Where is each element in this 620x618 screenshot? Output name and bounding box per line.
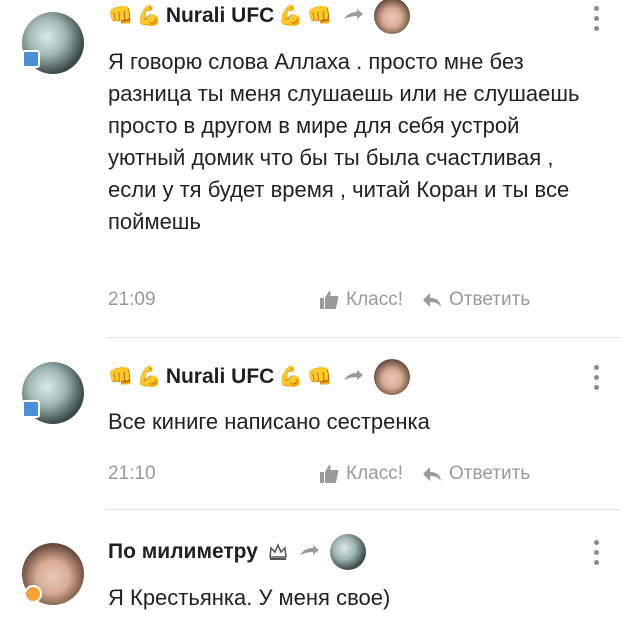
like-button[interactable]: Класс! bbox=[318, 289, 403, 311]
comment-time: 21:10 bbox=[108, 463, 156, 484]
reply-label: Ответить bbox=[449, 289, 531, 310]
author-row: 👊 💪 Nurali UFC 💪 👊 bbox=[108, 0, 411, 34]
author-name[interactable]: Nurali UFC bbox=[166, 365, 275, 389]
comment-time: 21:09 bbox=[108, 289, 156, 310]
divider bbox=[106, 509, 620, 510]
author-name[interactable]: Nurali UFC bbox=[166, 4, 275, 28]
divider bbox=[106, 337, 620, 338]
like-button[interactable]: Класс! bbox=[318, 463, 403, 485]
reply-to-avatar[interactable] bbox=[329, 534, 366, 570]
author-row: 👊 💪 Nurali UFC 💪 👊 bbox=[108, 359, 411, 395]
reply-icon bbox=[423, 467, 441, 481]
comment-item: 👊 💪 Nurali UFC 💪 👊 Я говорю слова Аллаха… bbox=[0, 0, 620, 338]
fist-emoji-icon: 👊 bbox=[108, 5, 133, 27]
author-row: По милиметру bbox=[108, 534, 366, 570]
thumbs-up-icon bbox=[320, 291, 339, 309]
comment-meta: 21:09 Класс! Ответить bbox=[108, 285, 608, 315]
reply-to-arrow-icon bbox=[299, 545, 319, 555]
author-avatar[interactable] bbox=[22, 362, 84, 424]
thumbs-up-icon bbox=[320, 465, 339, 483]
fist-emoji-icon: 👊 bbox=[307, 366, 333, 388]
like-label: Класс! bbox=[346, 289, 403, 310]
comments-feed: 👊 💪 Nurali UFC 💪 👊 Я говорю слова Аллаха… bbox=[0, 0, 620, 618]
reply-to-arrow-icon bbox=[344, 370, 364, 380]
reply-to-arrow-icon bbox=[344, 9, 364, 19]
fist-emoji-icon: 👊 bbox=[307, 5, 333, 27]
author-name[interactable]: По милиметру bbox=[108, 540, 258, 564]
mobile-status-icon bbox=[22, 50, 40, 68]
comment-text: Все киниге написано сестренка bbox=[108, 409, 430, 434]
reply-to-avatar[interactable] bbox=[374, 0, 411, 34]
comment-text: Я говорю слова Аллаха . просто мне без р… bbox=[108, 49, 580, 234]
reply-button[interactable]: Ответить bbox=[421, 289, 530, 311]
crown-icon bbox=[269, 543, 287, 560]
like-label: Класс! bbox=[346, 463, 403, 484]
flexed-arm-emoji-icon: 💪 bbox=[136, 5, 162, 27]
author-avatar[interactable] bbox=[22, 543, 84, 605]
reply-button[interactable]: Ответить bbox=[421, 463, 530, 485]
fist-emoji-icon: 👊 bbox=[108, 366, 133, 388]
reply-to-avatar[interactable] bbox=[374, 359, 411, 395]
reply-icon bbox=[423, 293, 441, 307]
reply-label: Ответить bbox=[449, 463, 531, 484]
more-options-icon[interactable] bbox=[592, 365, 600, 395]
more-options-icon[interactable] bbox=[592, 540, 600, 570]
comment-meta: 21:10 Класс! Ответить bbox=[108, 459, 608, 489]
comment-text: Я Крестьянка. У меня свое) bbox=[108, 585, 391, 610]
more-options-icon[interactable] bbox=[592, 6, 600, 36]
flexed-arm-emoji-icon: 💪 bbox=[136, 366, 162, 388]
flexed-arm-emoji-icon: 💪 bbox=[278, 366, 304, 388]
flexed-arm-emoji-icon: 💪 bbox=[278, 5, 304, 27]
